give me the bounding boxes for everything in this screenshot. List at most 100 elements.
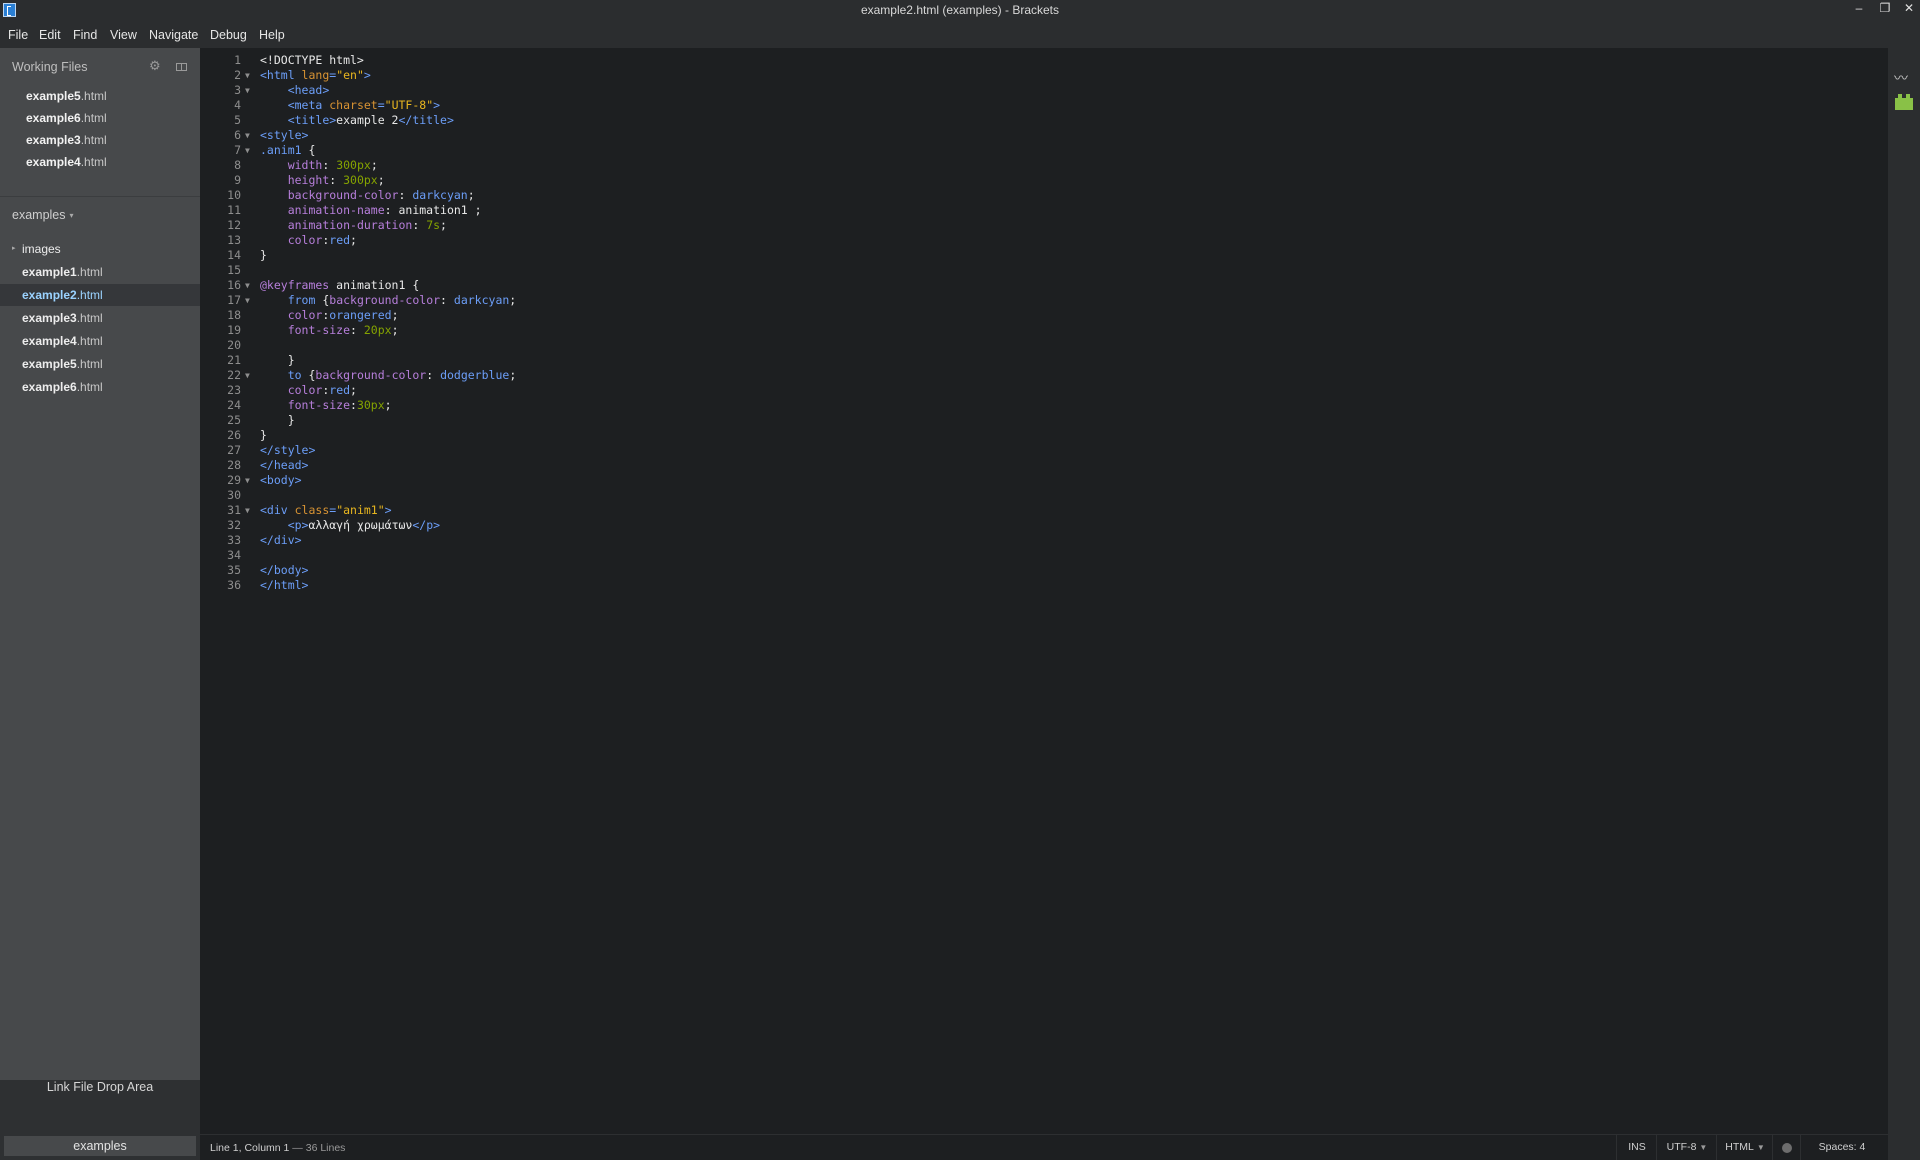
code-line[interactable]: 6 ▼ <style> xyxy=(200,128,1888,143)
code-line[interactable]: 30 xyxy=(200,488,1888,503)
code-line[interactable]: 25 } xyxy=(200,413,1888,428)
code-line[interactable]: 26} xyxy=(200,428,1888,443)
fold-arrow-icon[interactable]: ▼ xyxy=(245,368,250,383)
fold-arrow-icon[interactable]: ▼ xyxy=(245,83,250,98)
code-line[interactable]: 15 xyxy=(200,263,1888,278)
code-line[interactable]: 18 color:orangered; xyxy=(200,308,1888,323)
fold-arrow-icon[interactable]: ▼ xyxy=(245,68,250,83)
code-text: font-size:30px; xyxy=(260,398,392,413)
tree-file-item[interactable]: example6.html xyxy=(0,376,200,398)
code-line[interactable]: 31 ▼ <div class="anim1"> xyxy=(200,503,1888,518)
code-token: <!DOCTYPE html> xyxy=(260,53,364,67)
file-name: example6 xyxy=(26,111,81,125)
minimize-button[interactable]: – xyxy=(1848,0,1870,18)
code-line[interactable]: 11 animation-name: animation1 ; xyxy=(200,203,1888,218)
code-token: ; xyxy=(467,188,475,202)
tree-file-item[interactable]: example1.html xyxy=(0,261,200,283)
title-bar: example2.html (examples) - Brackets – ❐ … xyxy=(0,0,1920,20)
code-token: darkcyan xyxy=(453,293,510,307)
code-line[interactable]: 34 xyxy=(200,548,1888,563)
code-token: <style> xyxy=(260,128,309,142)
menu-find[interactable]: Find xyxy=(73,28,97,42)
code-editor[interactable]: 1 <!DOCTYPE html> 2 ▼ <html lang="en"> 3 ▼ <he… xyxy=(200,48,1888,1134)
gear-icon[interactable]: ⚙ xyxy=(149,58,161,74)
code-line[interactable]: 36 </html> xyxy=(200,578,1888,593)
code-token: 7s xyxy=(426,218,441,232)
code-line[interactable]: 4 <meta charset="UTF-8"> xyxy=(200,98,1888,113)
code-text: } xyxy=(260,353,295,368)
working-file-item[interactable]: example3.html xyxy=(26,133,107,147)
tree-file-item-selected[interactable]: example2.html xyxy=(0,284,200,306)
code-token: αλλαγή χρωμάτων xyxy=(308,518,413,532)
code-line[interactable]: 32 <p>αλλαγή χρωμάτων</p> xyxy=(200,518,1888,533)
insert-mode-toggle[interactable]: INS xyxy=(1616,1135,1657,1160)
code-line[interactable]: 24 font-size:30px; xyxy=(200,398,1888,413)
menu-debug[interactable]: Debug xyxy=(210,28,247,42)
code-line[interactable]: 14} xyxy=(200,248,1888,263)
tree-file-item[interactable]: example3.html xyxy=(0,307,200,329)
fold-arrow-icon[interactable]: ▼ xyxy=(245,278,250,293)
fold-arrow-icon[interactable]: ▼ xyxy=(245,503,250,518)
code-line[interactable]: 28 </head> xyxy=(200,458,1888,473)
code-line[interactable]: 9 height: 300px; xyxy=(200,173,1888,188)
code-token: > xyxy=(433,98,441,112)
tree-folder-images[interactable]: ▸ images xyxy=(0,238,200,260)
code-line[interactable]: 23 color:red; xyxy=(200,383,1888,398)
tree-file-item[interactable]: example4.html xyxy=(0,330,200,352)
code-line[interactable]: 8 width: 300px; xyxy=(200,158,1888,173)
line-count: — 36 Lines xyxy=(289,1142,346,1154)
code-line[interactable]: 35 </body> xyxy=(200,563,1888,578)
menu-navigate[interactable]: Navigate xyxy=(149,28,198,42)
line-number: 20 xyxy=(227,338,241,352)
code-line[interactable]: 33 </div> xyxy=(200,533,1888,548)
code-line[interactable]: 1 <!DOCTYPE html> xyxy=(200,53,1888,68)
code-line[interactable]: 10 background-color: darkcyan; xyxy=(200,188,1888,203)
code-line[interactable]: 5 <title>example 2</title> xyxy=(200,113,1888,128)
fold-arrow-icon[interactable]: ▼ xyxy=(245,293,250,308)
working-file-item[interactable]: example5.html xyxy=(26,89,107,103)
code-token: background-color xyxy=(315,368,427,382)
bottom-project-button[interactable]: examples xyxy=(4,1136,196,1156)
code-line[interactable]: 16 ▼ @keyframes animation1 { xyxy=(200,278,1888,293)
live-preview-icon[interactable]: 〰 xyxy=(1894,68,1914,86)
split-view-icon[interactable] xyxy=(176,63,187,71)
code-line[interactable]: 17 ▼ from {background-color: darkcyan; xyxy=(200,293,1888,308)
language-label: HTML xyxy=(1725,1141,1754,1153)
menu-view[interactable]: View xyxy=(110,28,137,42)
code-line[interactable]: 12 animation-duration: 7s; xyxy=(200,218,1888,233)
code-token: </style> xyxy=(260,443,316,457)
code-line[interactable]: 21 } xyxy=(200,353,1888,368)
code-line[interactable]: 13 color:red; xyxy=(200,233,1888,248)
fold-arrow-icon[interactable]: ▼ xyxy=(245,473,250,488)
code-line[interactable]: 7 ▼ .anim1 { xyxy=(200,143,1888,158)
code-line[interactable]: 27 </style> xyxy=(200,443,1888,458)
indent-spaces-setting[interactable]: Spaces: 4 xyxy=(1800,1135,1883,1160)
language-dropdown[interactable]: HTML ▼ xyxy=(1716,1135,1773,1160)
code-token: > xyxy=(384,503,392,517)
file-extension: .html xyxy=(76,311,103,325)
tree-file-item[interactable]: example5.html xyxy=(0,353,200,375)
line-number: 24 xyxy=(227,398,241,412)
extension-manager-icon[interactable] xyxy=(1895,94,1913,110)
maximize-button[interactable]: ❐ xyxy=(1874,0,1896,18)
code-line[interactable]: 29 ▼ <body> xyxy=(200,473,1888,488)
working-file-item[interactable]: example4.html xyxy=(26,155,107,169)
linting-status[interactable] xyxy=(1772,1135,1801,1160)
code-line[interactable]: 19 font-size: 20px; xyxy=(200,323,1888,338)
code-line[interactable]: 3 ▼ <head> xyxy=(200,83,1888,98)
encoding-dropdown[interactable]: UTF-8 ▼ xyxy=(1656,1135,1717,1160)
menu-file[interactable]: File xyxy=(8,28,28,42)
close-button[interactable]: ✕ xyxy=(1898,0,1920,18)
code-line[interactable]: 2 ▼ <html lang="en"> xyxy=(200,68,1888,83)
project-dropdown[interactable]: examples ▾ xyxy=(12,208,74,222)
code-token: { xyxy=(301,368,316,382)
code-line[interactable]: 22 ▼ to {background-color: dodgerblue; xyxy=(200,368,1888,383)
code-text: </style> xyxy=(260,443,315,458)
menu-edit[interactable]: Edit xyxy=(39,28,61,42)
fold-arrow-icon[interactable]: ▼ xyxy=(245,143,250,158)
working-file-item[interactable]: example6.html xyxy=(26,111,107,125)
code-line[interactable]: 20 xyxy=(200,338,1888,353)
fold-arrow-icon[interactable]: ▼ xyxy=(245,128,250,143)
menu-help[interactable]: Help xyxy=(259,28,285,42)
